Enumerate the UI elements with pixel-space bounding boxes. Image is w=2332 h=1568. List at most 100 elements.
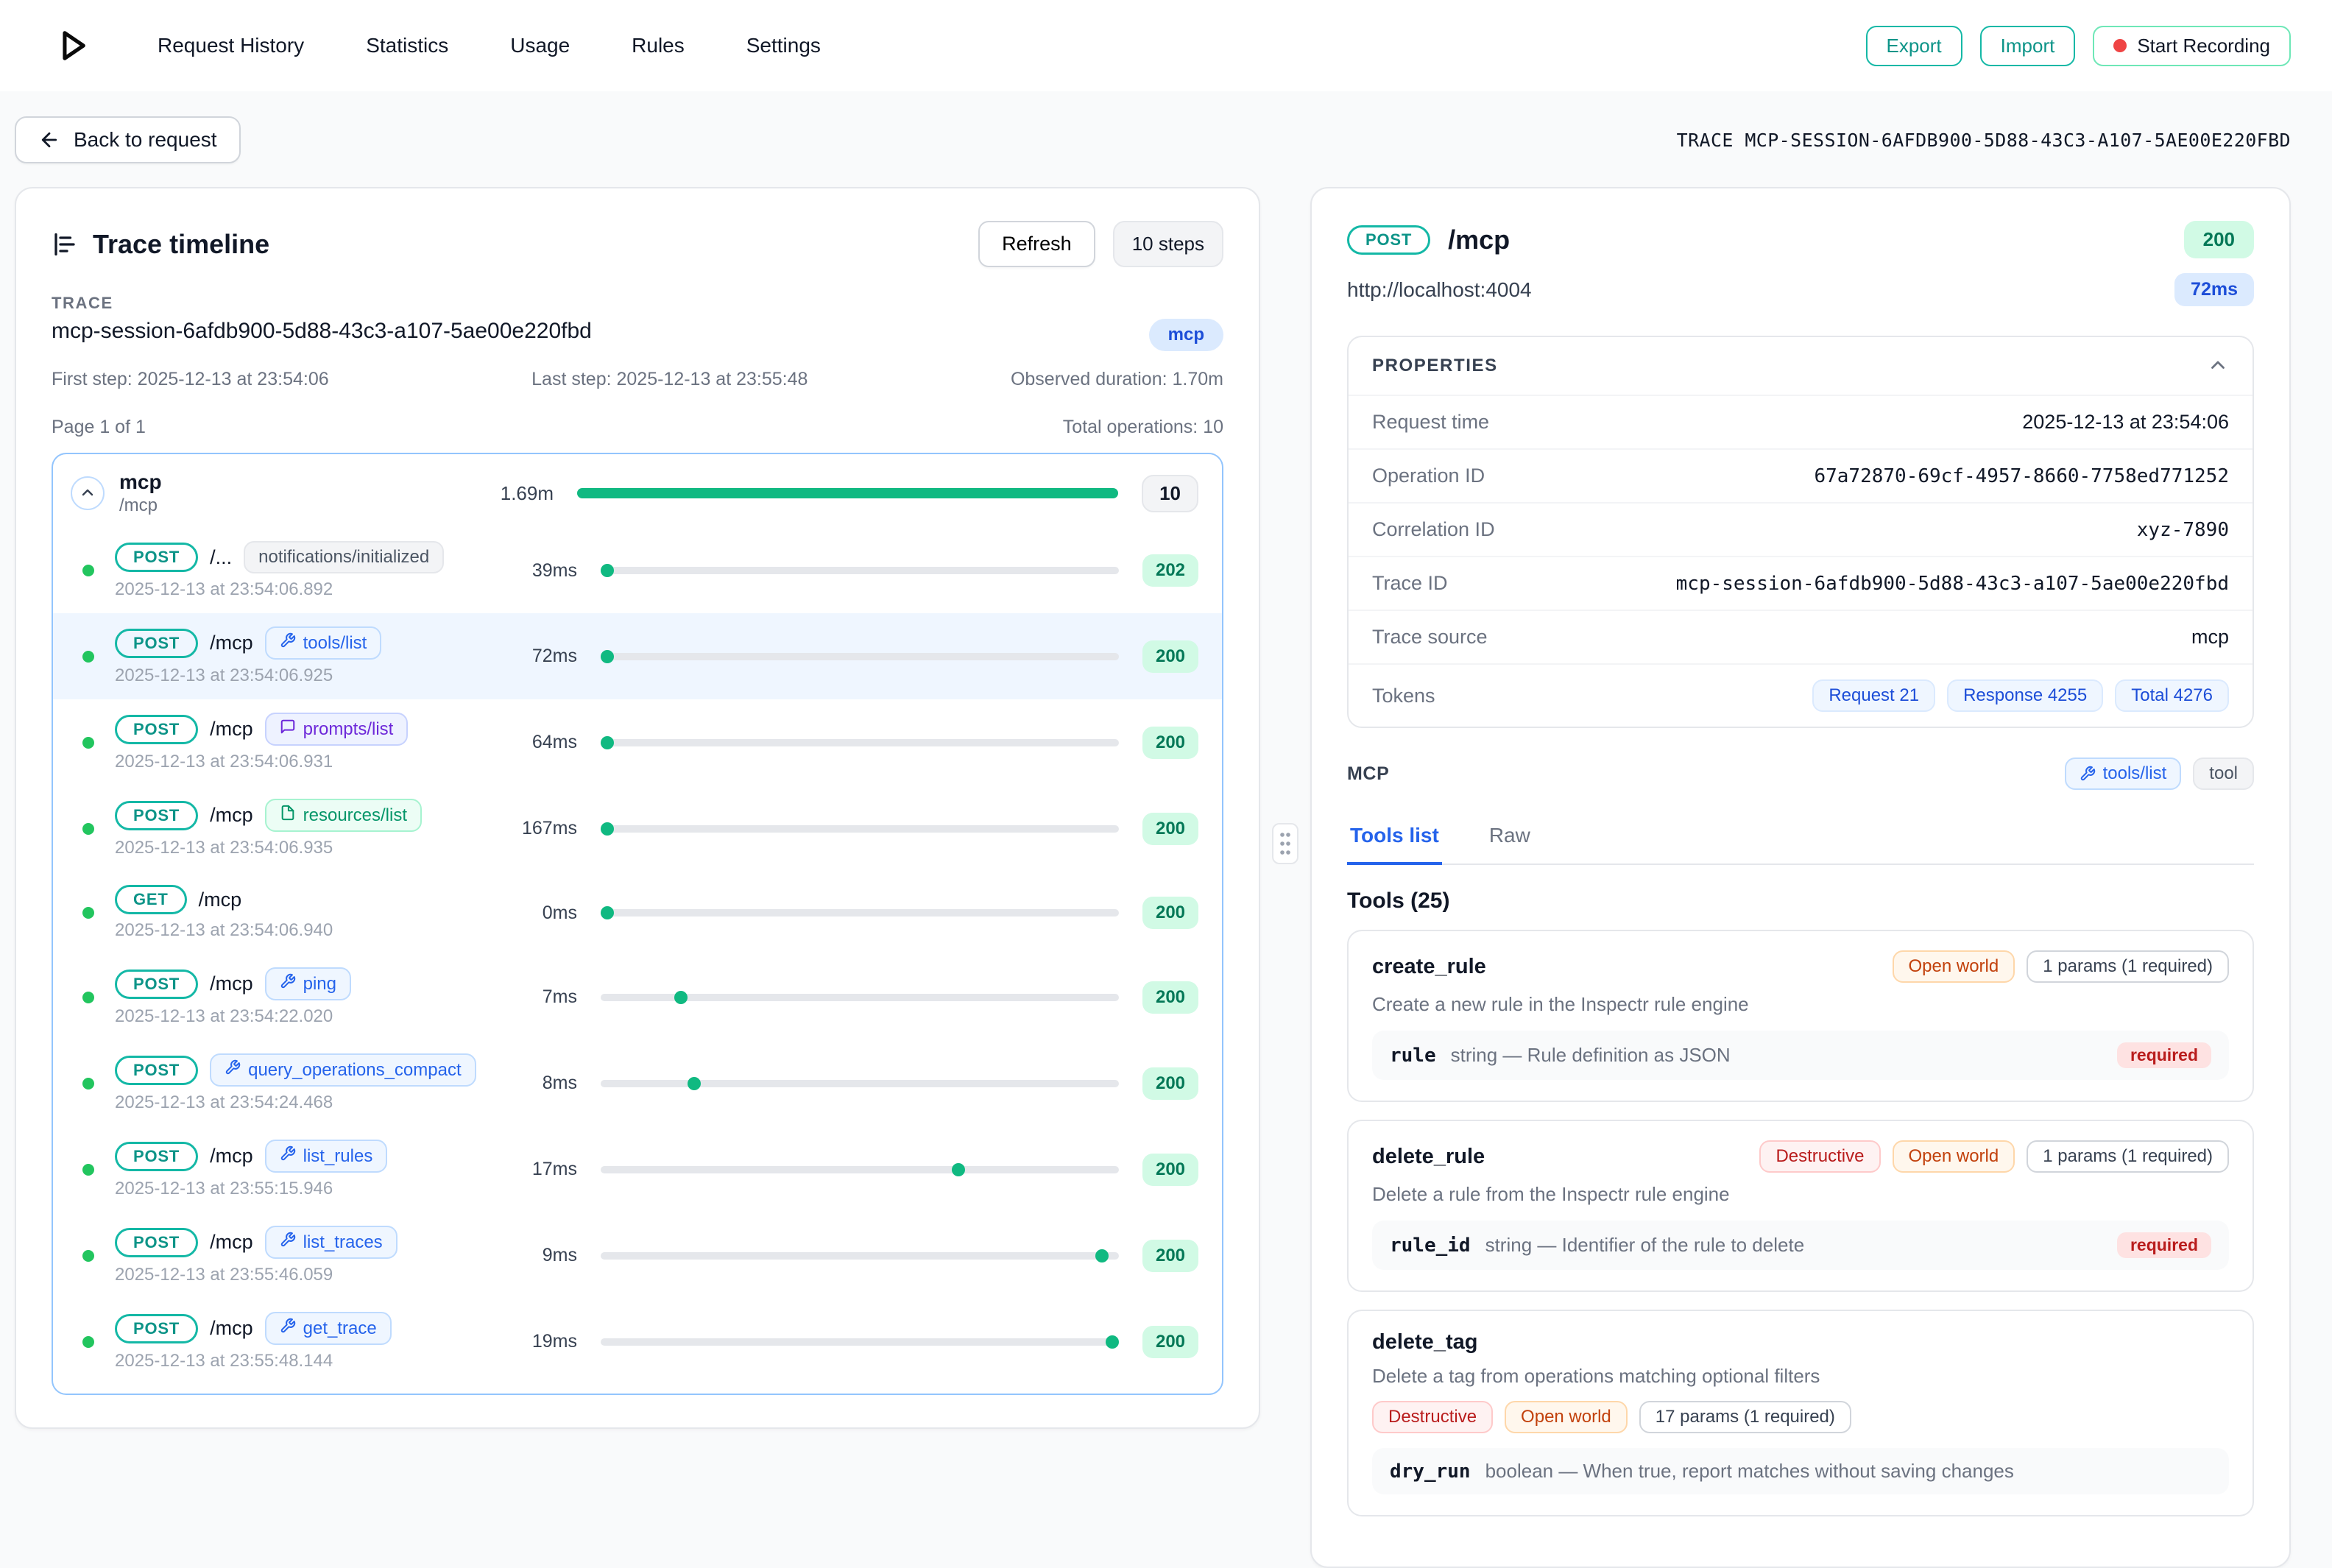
row-timeline-bar bbox=[601, 739, 1119, 746]
tool-params: rule_idstring — Identifier of the rule t… bbox=[1372, 1221, 2229, 1270]
row-timestamp: 2025-12-13 at 23:54:06.931 bbox=[115, 752, 492, 772]
timeline-row[interactable]: POST /mcp list_traces 2025-12-13 at 23:5… bbox=[53, 1212, 1222, 1299]
group-count-badge: 10 bbox=[1142, 475, 1198, 512]
tab-raw[interactable]: Raw bbox=[1486, 811, 1533, 865]
row-timeline-bar bbox=[601, 909, 1119, 917]
tool-badge-destructive: Destructive bbox=[1372, 1401, 1493, 1433]
status-badge: 200 bbox=[1142, 897, 1198, 929]
tag-label: prompts/list bbox=[303, 719, 394, 740]
tool-badges-stacked: Destructive Open world 17 params (1 requir… bbox=[1372, 1401, 2229, 1433]
timeline-row[interactable]: GET /mcp 2025-12-13 at 23:54:06.940 0ms … bbox=[53, 872, 1222, 954]
timeline-row[interactable]: POST /mcp ping 2025-12-13 at 23:54:22.02… bbox=[53, 954, 1222, 1040]
timeline-row[interactable]: POST /mcp tools/list 2025-12-13 at 23:54… bbox=[53, 613, 1222, 699]
timeline-row[interactable]: POST query_operations_compact 2025-12-13… bbox=[53, 1040, 1222, 1126]
status-badge: 200 bbox=[1142, 1240, 1198, 1272]
row-duration: 8ms bbox=[492, 1073, 577, 1094]
row-duration: 167ms bbox=[492, 818, 577, 839]
param-required-badge: required bbox=[2117, 1042, 2211, 1068]
chevron-up-icon bbox=[79, 484, 96, 502]
first-step-text: First step: 2025-12-13 at 23:54:06 bbox=[52, 369, 329, 390]
nav-item-settings[interactable]: Settings bbox=[746, 34, 821, 57]
chevron-up-icon[interactable] bbox=[2207, 355, 2229, 377]
back-button-label: Back to request bbox=[74, 128, 217, 152]
nav-item-statistics[interactable]: Statistics bbox=[366, 34, 448, 57]
detail-path: /mcp bbox=[1448, 225, 1510, 255]
tool-badge-open: Open world bbox=[1505, 1401, 1628, 1433]
collapse-group-button[interactable] bbox=[71, 476, 105, 510]
status-dot-icon bbox=[82, 1336, 94, 1348]
status-dot-icon bbox=[82, 1250, 94, 1262]
tool-badge-open: Open world bbox=[1893, 1140, 2015, 1173]
trace-label: TRACE bbox=[52, 294, 1223, 313]
timeline-rows: POST /... notifications/initialized 2025… bbox=[53, 528, 1222, 1385]
import-button[interactable]: Import bbox=[1980, 26, 2076, 66]
bar-dot-icon bbox=[601, 736, 614, 749]
wrench-icon bbox=[280, 1318, 296, 1334]
export-button[interactable]: Export bbox=[1866, 26, 1962, 66]
row-path: /mcp bbox=[210, 972, 253, 995]
back-to-request-button[interactable]: Back to request bbox=[15, 116, 241, 163]
chat-bubble-icon bbox=[280, 718, 296, 735]
mcp-section-header: MCP tools/list tool bbox=[1347, 757, 2254, 790]
tag-icon bbox=[280, 718, 296, 740]
tool-params: rulestring — Rule definition as JSONrequ… bbox=[1372, 1031, 2229, 1080]
timeline-row[interactable]: POST /mcp get_trace 2025-12-13 at 23:55:… bbox=[53, 1299, 1222, 1385]
tool-badges: Open world1 params (1 required) bbox=[1893, 950, 2230, 983]
group-timeline-bar bbox=[577, 488, 1118, 498]
mcp-kind-badge: tool bbox=[2193, 757, 2254, 790]
row-path: /mcp bbox=[210, 632, 253, 654]
status-badge: 200 bbox=[1142, 1067, 1198, 1100]
nav-item-request-history[interactable]: Request History bbox=[158, 34, 304, 57]
property-value: 2025-12-13 at 23:54:06 bbox=[2022, 411, 2229, 434]
tool-badge-open: Open world bbox=[1893, 950, 2015, 983]
bar-dot-icon bbox=[952, 1163, 965, 1176]
status-dot-icon bbox=[82, 737, 94, 749]
properties-header[interactable]: PROPERTIES bbox=[1349, 337, 2252, 395]
timeline-row[interactable]: POST /... notifications/initialized 2025… bbox=[53, 528, 1222, 613]
panel-resize-handle[interactable] bbox=[1272, 823, 1298, 864]
method-badge: POST bbox=[115, 1142, 198, 1171]
timeline-row[interactable]: POST /mcp prompts/list 2025-12-13 at 23:… bbox=[53, 699, 1222, 785]
operation-tag-badge: list_traces bbox=[265, 1226, 398, 1259]
row-duration: 72ms bbox=[492, 646, 577, 667]
timeline-row[interactable]: POST /mcp list_rules 2025-12-13 at 23:55… bbox=[53, 1126, 1222, 1212]
property-row-tokens: Tokens Request 21 Response 4255 Total 42… bbox=[1349, 663, 2252, 727]
row-timestamp: 2025-12-13 at 23:54:24.468 bbox=[115, 1092, 492, 1113]
property-row: Correlation ID xyz-7890 bbox=[1349, 502, 2252, 556]
row-path: /mcp bbox=[210, 804, 253, 827]
property-label: Operation ID bbox=[1372, 465, 1485, 487]
tool-badge-destructive: Destructive bbox=[1759, 1140, 1880, 1173]
property-row: Trace ID mcp-session-6afdb900-5d88-43c3-… bbox=[1349, 556, 2252, 610]
operation-tag-badge: get_trace bbox=[265, 1312, 392, 1345]
timeline-row[interactable]: POST /mcp resources/list 2025-12-13 at 2… bbox=[53, 785, 1222, 872]
detail-url: http://localhost:4004 bbox=[1347, 278, 1532, 302]
wrench-icon bbox=[2080, 766, 2096, 782]
steps-badge[interactable]: 10 steps bbox=[1113, 221, 1223, 267]
tool-card: delete_tag Delete a tag from operations … bbox=[1347, 1310, 2254, 1516]
status-dot-icon bbox=[82, 992, 94, 1003]
refresh-button[interactable]: Refresh bbox=[978, 221, 1095, 267]
start-recording-button[interactable]: Start Recording bbox=[2093, 26, 2291, 66]
param-name: rule_id bbox=[1390, 1235, 1471, 1257]
timeline-title: Trace timeline bbox=[93, 229, 269, 260]
tag-icon bbox=[280, 973, 296, 995]
subheader: Back to request TRACE MCP-SESSION-6AFDB9… bbox=[0, 91, 2332, 187]
row-timeline-bar bbox=[601, 1252, 1119, 1260]
tool-badge-params: 17 params (1 required) bbox=[1639, 1401, 1851, 1433]
detail-tabs: Tools list Raw bbox=[1347, 811, 2254, 865]
properties-title: PROPERTIES bbox=[1372, 356, 1498, 376]
app-logo-icon[interactable] bbox=[50, 24, 93, 67]
page-info: Page 1 of 1 bbox=[52, 417, 146, 438]
nav-item-usage[interactable]: Usage bbox=[510, 34, 570, 57]
tag-label: list_traces bbox=[303, 1232, 383, 1253]
detail-status-badge: 200 bbox=[2184, 221, 2254, 258]
row-duration: 0ms bbox=[492, 903, 577, 924]
mcp-method-badge: tools/list bbox=[2065, 757, 2182, 790]
tab-tools-list[interactable]: Tools list bbox=[1347, 811, 1442, 865]
row-path: /mcp bbox=[210, 1317, 253, 1340]
bar-dot-icon bbox=[601, 906, 614, 919]
status-badge: 200 bbox=[1142, 1154, 1198, 1186]
trace-group-header[interactable]: mcp /mcp 1.69m 10 bbox=[53, 454, 1222, 528]
trace-source-badge: mcp bbox=[1149, 319, 1223, 351]
nav-item-rules[interactable]: Rules bbox=[632, 34, 685, 57]
